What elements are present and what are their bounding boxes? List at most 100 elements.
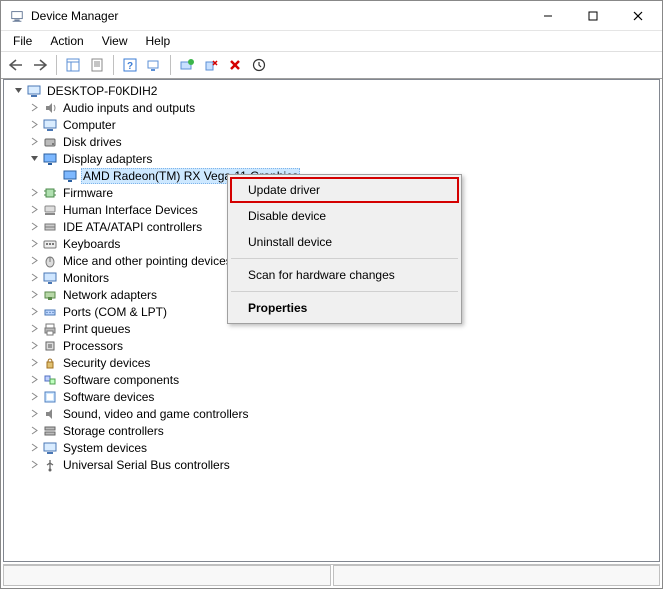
ctx-uninstall-device[interactable]: Uninstall device xyxy=(230,229,459,255)
scan-hardware-button[interactable] xyxy=(143,54,165,76)
tree-node-swcomponents[interactable]: Software components xyxy=(8,371,659,388)
properties-button[interactable] xyxy=(86,54,108,76)
tree-label: Firmware xyxy=(61,186,115,200)
close-button[interactable] xyxy=(615,1,660,30)
forward-button[interactable] xyxy=(29,54,51,76)
tree-label: Ports (COM & LPT) xyxy=(61,305,169,319)
enable-button[interactable] xyxy=(248,54,270,76)
tree-label: Sound, video and game controllers xyxy=(61,407,250,421)
menu-view[interactable]: View xyxy=(94,33,136,49)
tree-node-security[interactable]: Security devices xyxy=(8,354,659,371)
chevron-right-icon[interactable] xyxy=(26,134,42,150)
update-driver-button[interactable] xyxy=(176,54,198,76)
chevron-right-icon[interactable] xyxy=(26,304,42,320)
display-icon xyxy=(42,151,58,167)
tree-root[interactable]: DESKTOP-F0KDIH2 xyxy=(8,82,659,99)
uninstall-button[interactable] xyxy=(200,54,222,76)
tree-label: Computer xyxy=(61,118,118,132)
keyboard-icon xyxy=(42,236,58,252)
show-hide-tree-button[interactable] xyxy=(62,54,84,76)
tree-node-audio[interactable]: Audio inputs and outputs xyxy=(8,99,659,116)
tree-node-storage[interactable]: Storage controllers xyxy=(8,422,659,439)
chevron-right-icon[interactable] xyxy=(26,270,42,286)
toolbar-separator xyxy=(170,55,171,75)
menu-help[interactable]: Help xyxy=(138,33,179,49)
disk-icon xyxy=(42,134,58,150)
chevron-right-icon[interactable] xyxy=(26,406,42,422)
tree-node-sound[interactable]: Sound, video and game controllers xyxy=(8,405,659,422)
component-icon xyxy=(42,372,58,388)
chevron-right-icon[interactable] xyxy=(26,423,42,439)
display-icon xyxy=(62,168,78,184)
chevron-right-icon[interactable] xyxy=(26,117,42,133)
chevron-right-icon[interactable] xyxy=(26,287,42,303)
tree-label: Audio inputs and outputs xyxy=(61,101,197,115)
security-icon xyxy=(42,355,58,371)
hid-icon xyxy=(42,202,58,218)
back-button[interactable] xyxy=(5,54,27,76)
tree-label: Security devices xyxy=(61,356,152,370)
tree-node-display[interactable]: Display adapters xyxy=(8,150,659,167)
svg-text:?: ? xyxy=(127,61,133,72)
chevron-right-icon[interactable] xyxy=(26,321,42,337)
app-icon xyxy=(9,8,25,24)
chevron-right-icon[interactable] xyxy=(26,185,42,201)
context-menu: Update driver Disable device Uninstall d… xyxy=(227,174,462,324)
ctx-properties[interactable]: Properties xyxy=(230,295,459,321)
tree-label: Mice and other pointing devices xyxy=(61,254,234,268)
ctx-disable-device[interactable]: Disable device xyxy=(230,203,459,229)
menu-file[interactable]: File xyxy=(5,33,40,49)
status-cell xyxy=(3,565,331,586)
titlebar: Device Manager xyxy=(1,1,662,31)
toolbar-separator xyxy=(113,55,114,75)
tree-node-disk[interactable]: Disk drives xyxy=(8,133,659,150)
usb-icon xyxy=(42,457,58,473)
chevron-right-icon[interactable] xyxy=(26,253,42,269)
chevron-right-icon[interactable] xyxy=(26,389,42,405)
monitor-icon xyxy=(42,270,58,286)
tree-label: Software devices xyxy=(61,390,156,404)
tree-node-sysdevices[interactable]: System devices xyxy=(8,439,659,456)
menubar: File Action View Help xyxy=(1,31,662,51)
tree-node-computer[interactable]: Computer xyxy=(8,116,659,133)
chevron-right-icon[interactable] xyxy=(26,100,42,116)
spacer xyxy=(46,168,62,184)
tree-node-processors[interactable]: Processors xyxy=(8,337,659,354)
toolbar: ? xyxy=(1,51,662,79)
ctx-scan-hardware[interactable]: Scan for hardware changes xyxy=(230,262,459,288)
tree-label: Display adapters xyxy=(61,152,154,166)
tree-label: DESKTOP-F0KDIH2 xyxy=(45,84,159,98)
cpu-icon xyxy=(42,338,58,354)
chevron-right-icon[interactable] xyxy=(26,202,42,218)
system-icon xyxy=(42,440,58,456)
chevron-right-icon[interactable] xyxy=(26,457,42,473)
tree-label: Monitors xyxy=(61,271,111,285)
tree-label: Print queues xyxy=(61,322,132,336)
disable-button[interactable] xyxy=(224,54,246,76)
network-icon xyxy=(42,287,58,303)
chevron-right-icon[interactable] xyxy=(26,338,42,354)
sound-icon xyxy=(42,406,58,422)
chevron-right-icon[interactable] xyxy=(26,219,42,235)
minimize-button[interactable] xyxy=(525,1,570,30)
menu-action[interactable]: Action xyxy=(42,33,91,49)
storage-icon xyxy=(42,423,58,439)
tree-node-swdevices[interactable]: Software devices xyxy=(8,388,659,405)
chevron-right-icon[interactable] xyxy=(26,236,42,252)
ctx-update-driver[interactable]: Update driver xyxy=(230,177,459,203)
chevron-down-icon[interactable] xyxy=(10,83,26,99)
status-cell xyxy=(333,565,661,586)
tree-label: Storage controllers xyxy=(61,424,166,438)
computer-icon xyxy=(42,117,58,133)
maximize-button[interactable] xyxy=(570,1,615,30)
device-tree-panel: DESKTOP-F0KDIH2 Audio inputs and outputs… xyxy=(3,79,660,562)
mouse-icon xyxy=(42,253,58,269)
chevron-down-icon[interactable] xyxy=(26,151,42,167)
chevron-right-icon[interactable] xyxy=(26,355,42,371)
tree-node-usb[interactable]: Universal Serial Bus controllers xyxy=(8,456,659,473)
chevron-right-icon[interactable] xyxy=(26,440,42,456)
help-button[interactable]: ? xyxy=(119,54,141,76)
tree-label: Processors xyxy=(61,339,125,353)
chevron-right-icon[interactable] xyxy=(26,372,42,388)
port-icon xyxy=(42,304,58,320)
